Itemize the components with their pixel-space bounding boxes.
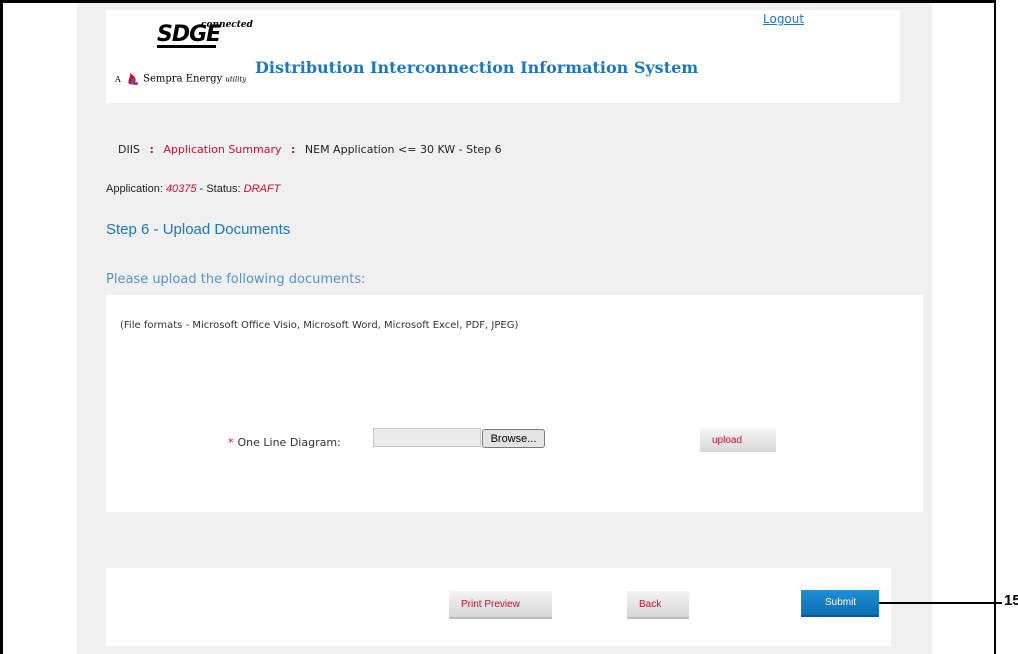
application-status: Application: 40375 - Status: DRAFT [106, 183, 280, 195]
logo-superscript: connected [201, 20, 253, 30]
logo-tagline-name: Sempra Energy [143, 73, 223, 85]
frame-border-right [994, 0, 996, 654]
one-line-diagram-label-text: One Line Diagram: [237, 436, 341, 449]
sdge-logo: SDGE connected A Sempra Energy utility [115, 14, 255, 94]
sempra-flame-icon [128, 73, 139, 85]
file-formats-note: (File formats - Microsoft Office Visio, … [120, 320, 519, 331]
back-button[interactable]: Back [627, 591, 689, 619]
status-label: - Status: [199, 183, 241, 195]
required-marker: * [228, 436, 234, 449]
one-line-diagram-file-field[interactable] [373, 428, 481, 447]
breadcrumb: DIIS : Application Summary : NEM Applica… [118, 143, 502, 156]
status-badge: DRAFT [243, 183, 281, 195]
upload-button[interactable]: upload [700, 428, 776, 452]
one-line-diagram-label: * One Line Diagram: [228, 436, 341, 449]
breadcrumb-item-application-summary[interactable]: Application Summary [163, 143, 281, 156]
page-title: Step 6 - Upload Documents [106, 221, 291, 238]
logo-tagline: A Sempra Energy utility [115, 72, 246, 86]
breadcrumb-item-current: NEM Application <= 30 KW - Step 6 [304, 143, 502, 156]
callout-number: 15 [1004, 592, 1018, 609]
breadcrumb-separator: : [149, 143, 154, 156]
browse-button[interactable]: Browse... [482, 429, 545, 448]
logo-tagline-suffix: utility [225, 75, 247, 84]
breadcrumb-separator: : [290, 143, 296, 156]
application-number: 40375 [165, 183, 197, 195]
system-title: Distribution Interconnection Information… [255, 58, 699, 77]
logo-tagline-prefix: A [115, 74, 121, 84]
upload-instructions: Please upload the following documents: [106, 272, 366, 287]
callout-leader-line [879, 602, 1002, 604]
logout-link[interactable]: Logout [763, 12, 804, 26]
print-preview-button[interactable]: Print Preview [449, 591, 552, 619]
breadcrumb-item-diis[interactable]: DIIS [118, 143, 140, 156]
submit-button[interactable]: Submit [801, 590, 879, 617]
application-label: Application: [106, 183, 163, 195]
frame-border-left [0, 0, 3, 654]
